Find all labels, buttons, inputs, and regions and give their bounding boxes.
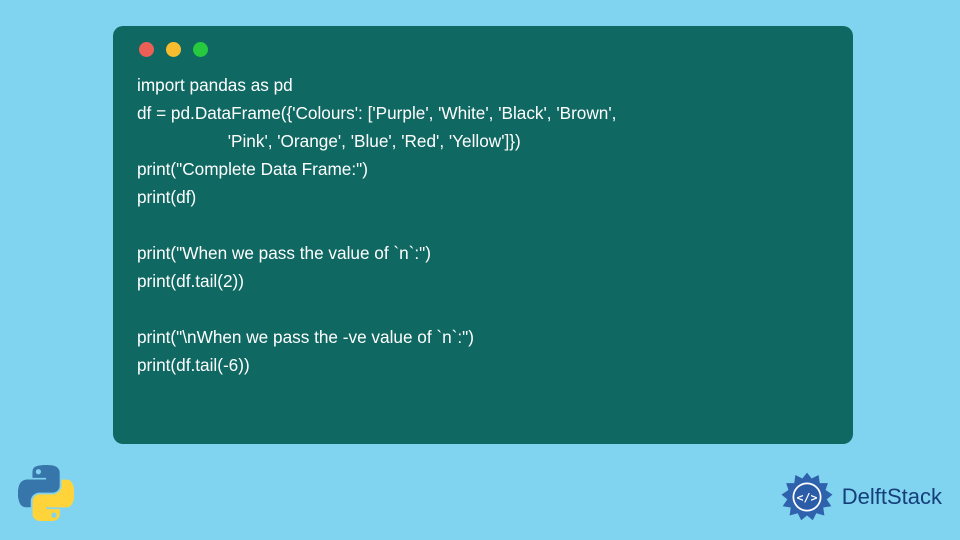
code-window: import pandas as pd df = pd.DataFrame({'… — [113, 26, 853, 444]
svg-text:</>: </> — [796, 491, 817, 505]
delftstack-label: DelftStack — [842, 484, 942, 510]
minimize-icon[interactable] — [166, 42, 181, 57]
code-block: import pandas as pd df = pd.DataFrame({'… — [137, 71, 829, 379]
code-line: df = pd.DataFrame({'Colours': ['Purple',… — [137, 103, 616, 123]
code-line: 'Pink', 'Orange', 'Blue', 'Red', 'Yellow… — [137, 131, 521, 151]
code-line: print(df.tail(2)) — [137, 271, 244, 291]
delftstack-logo: </> DelftStack — [778, 468, 942, 526]
code-line: import pandas as pd — [137, 75, 293, 95]
code-line: print("When we pass the value of `n`:") — [137, 243, 431, 263]
maximize-icon[interactable] — [193, 42, 208, 57]
window-controls — [137, 42, 829, 57]
code-line: print(df) — [137, 187, 196, 207]
code-line: print(df.tail(-6)) — [137, 355, 250, 375]
python-icon — [18, 465, 74, 526]
code-line: print("\nWhen we pass the -ve value of `… — [137, 327, 474, 347]
gear-code-icon: </> — [778, 468, 836, 526]
close-icon[interactable] — [139, 42, 154, 57]
code-line: print("Complete Data Frame:") — [137, 159, 368, 179]
